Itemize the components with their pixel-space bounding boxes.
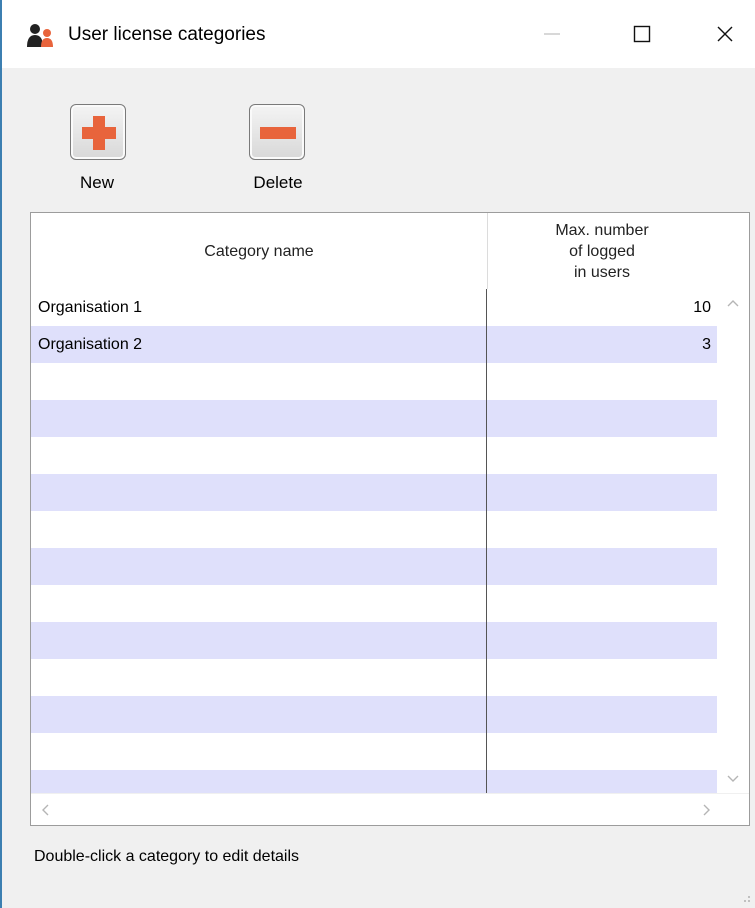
- minus-icon: [260, 127, 296, 139]
- category-name-cell: [38, 733, 478, 770]
- scroll-up-icon[interactable]: [725, 295, 741, 311]
- status-hint: Double-click a category to edit details: [34, 848, 300, 865]
- table-row[interactable]: Organisation 2 3: [31, 326, 717, 363]
- category-name-cell: [38, 585, 478, 622]
- max-logged-users-cell: [491, 733, 711, 770]
- max-logged-users-cell: [491, 474, 711, 511]
- title-bar[interactable]: User license categories: [2, 0, 755, 68]
- table-row[interactable]: [31, 585, 717, 622]
- max-logged-users-cell: [491, 548, 711, 585]
- max-logged-users-cell: [491, 696, 711, 733]
- max-logged-users-cell: [491, 585, 711, 622]
- users-app-icon: [27, 24, 53, 47]
- scroll-down-icon[interactable]: [725, 771, 741, 787]
- table-row[interactable]: [31, 659, 717, 696]
- max-logged-users-cell: 3: [702, 336, 711, 353]
- minimize-icon: [544, 33, 560, 35]
- delete-tool[interactable]: Delete: [215, 100, 325, 200]
- max-logged-users-cell: [491, 659, 711, 696]
- max-logged-users-cell: [491, 400, 711, 437]
- category-name-cell: [38, 622, 478, 659]
- resize-grip-icon[interactable]: [738, 890, 752, 904]
- close-icon: [717, 26, 733, 42]
- table-header: Category name Max. number of logged in u…: [31, 213, 717, 289]
- table-row[interactable]: [31, 696, 717, 733]
- new-button-label: New: [79, 173, 114, 192]
- vertical-scrollbar[interactable]: [717, 289, 749, 793]
- column-header-max-logged-users[interactable]: Max. number of logged in users: [488, 213, 716, 289]
- category-name-cell: Organisation 2: [38, 336, 143, 353]
- table-row[interactable]: [31, 474, 717, 511]
- table-row[interactable]: [31, 437, 717, 474]
- table-body[interactable]: Organisation 1 10 Organisation 2 3: [31, 289, 717, 793]
- close-button[interactable]: [695, 10, 755, 58]
- table-row[interactable]: [31, 363, 717, 400]
- category-name-cell: [38, 363, 478, 400]
- delete-button-label: Delete: [253, 173, 303, 192]
- column-header-category-name[interactable]: Category name: [31, 213, 487, 289]
- category-name-cell: [38, 474, 478, 511]
- scroll-right-icon[interactable]: [699, 802, 715, 818]
- column-divider: [486, 289, 487, 793]
- category-name-cell: [38, 770, 478, 793]
- table-row[interactable]: [31, 548, 717, 585]
- category-name-cell: [38, 659, 478, 696]
- new-tool[interactable]: New: [36, 100, 146, 200]
- table-row[interactable]: Organisation 1 10: [31, 289, 717, 326]
- category-name-cell: [38, 696, 478, 733]
- maximize-button[interactable]: [612, 10, 672, 58]
- max-logged-users-cell: 10: [693, 299, 711, 316]
- table-row[interactable]: [31, 622, 717, 659]
- minimize-button[interactable]: [522, 10, 582, 58]
- category-name-cell: [38, 400, 478, 437]
- table-row[interactable]: [31, 400, 717, 437]
- window-title: User license categories: [68, 24, 266, 45]
- horizontal-scrollbar[interactable]: [31, 793, 749, 825]
- max-logged-users-cell: [491, 511, 711, 548]
- plus-icon: [82, 116, 116, 150]
- categories-table[interactable]: Category name Max. number of logged in u…: [30, 212, 750, 826]
- table-row[interactable]: [31, 770, 717, 793]
- max-logged-users-cell: [491, 622, 711, 659]
- max-logged-users-cell: [491, 437, 711, 474]
- max-logged-users-cell: [491, 363, 711, 400]
- max-logged-users-cell: [491, 770, 711, 793]
- scroll-left-icon[interactable]: [37, 802, 53, 818]
- category-name-cell: Organisation 1: [38, 299, 143, 316]
- category-name-cell: [38, 511, 478, 548]
- category-name-cell: [38, 437, 478, 474]
- delete-button[interactable]: [249, 104, 305, 160]
- maximize-icon: [633, 25, 651, 43]
- user-license-categories-window: User license categories New Delete Categ…: [0, 0, 755, 908]
- category-name-cell: [38, 548, 478, 585]
- table-row[interactable]: [31, 733, 717, 770]
- table-row[interactable]: [31, 511, 717, 548]
- new-button[interactable]: [70, 104, 126, 160]
